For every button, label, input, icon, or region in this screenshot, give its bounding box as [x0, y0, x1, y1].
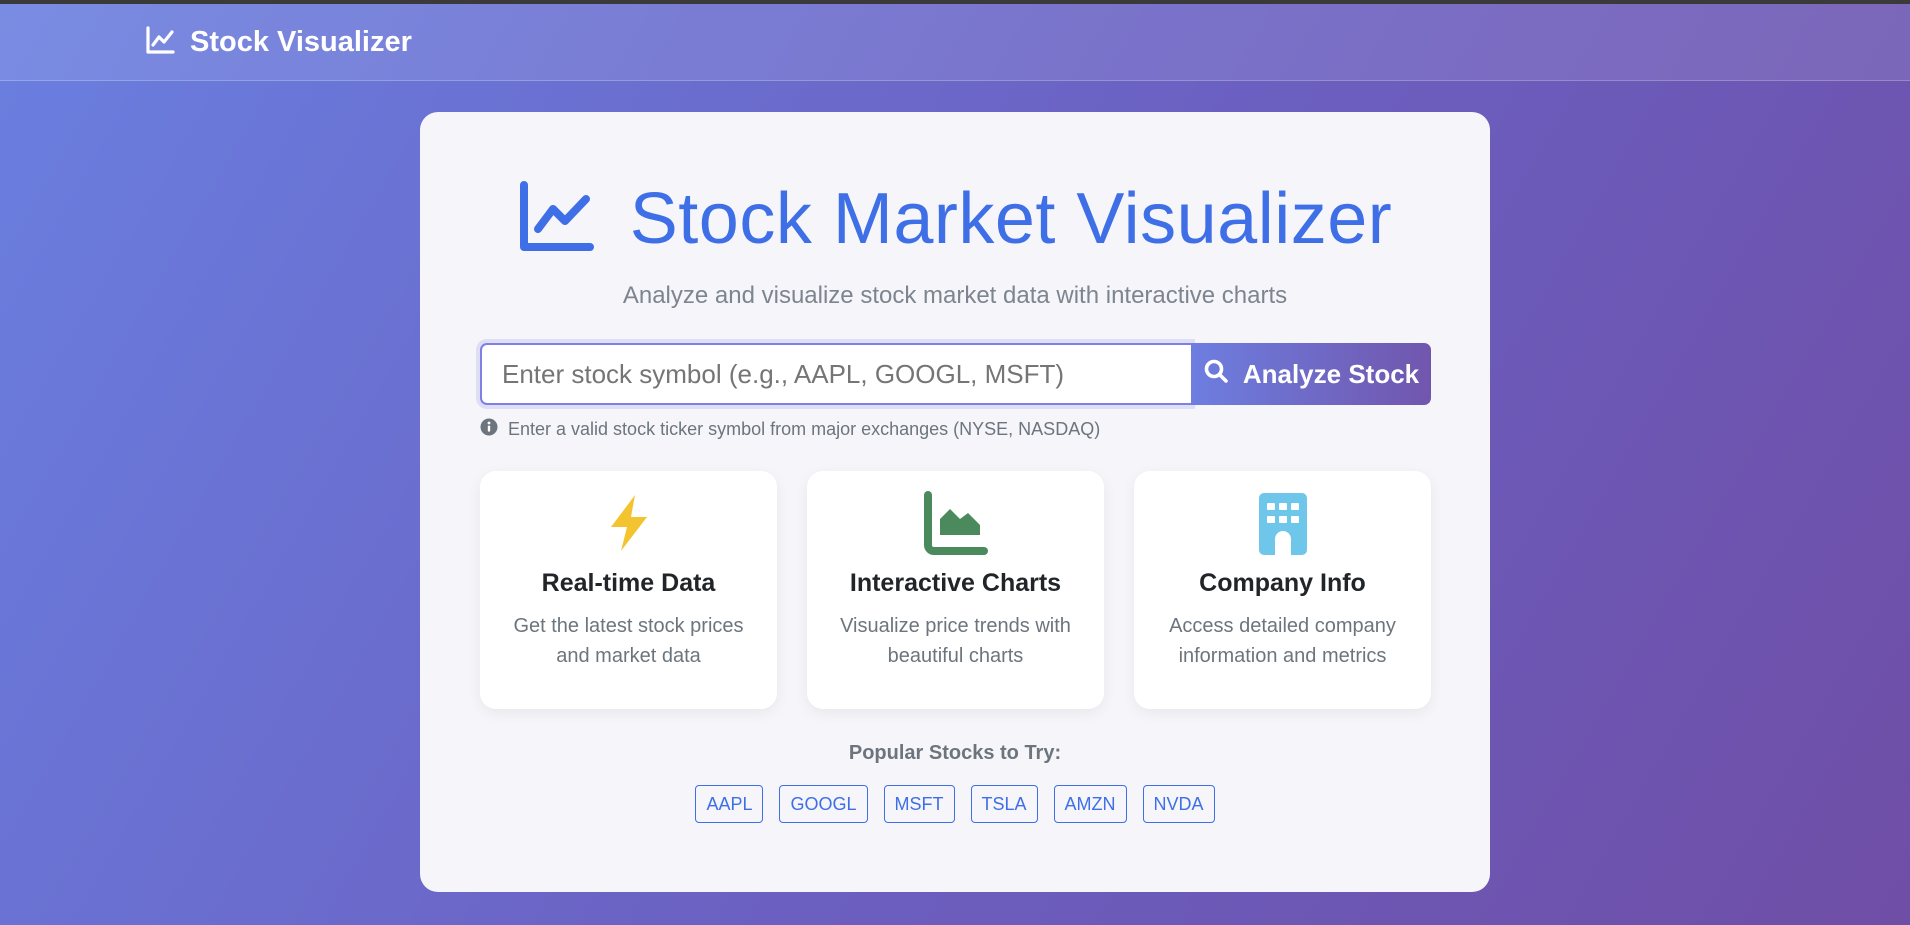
stock-chip-aapl[interactable]: AAPL: [695, 785, 764, 823]
hint-text: Enter a valid stock ticker symbol from m…: [508, 419, 1101, 439]
main-card: Stock Market Visualizer Analyze and visu…: [420, 112, 1490, 892]
analyze-stock-button[interactable]: Analyze Stock: [1191, 343, 1431, 405]
page-subtitle: Analyze and visualize stock market data …: [622, 282, 1288, 309]
feature-card-company: Company Info Access detailed company inf…: [1134, 471, 1431, 709]
popular-stocks-list: AAPL GOOGL MSFT TSLA AMZN NVDA: [420, 785, 1490, 823]
feature-title: Interactive Charts: [849, 569, 1062, 597]
stock-symbol-input[interactable]: [480, 343, 1191, 405]
feature-card-realtime: Real-time Data Get the latest stock pric…: [480, 471, 777, 709]
stock-chip-tsla[interactable]: TSLA: [970, 785, 1038, 823]
stock-chip-msft[interactable]: MSFT: [883, 785, 955, 823]
input-hint: Enter a valid stock ticker symbol from m…: [480, 418, 1100, 441]
navbar-brand[interactable]: Stock Visualizer: [144, 24, 412, 60]
feature-description: Access detailed company information and …: [1169, 615, 1396, 667]
stock-chip-amzn[interactable]: AMZN: [1053, 785, 1127, 823]
feature-card-charts: Interactive Charts Visualize price trend…: [807, 471, 1104, 709]
hero-heading: Stock Market Visualizer: [420, 178, 1490, 260]
navbar: Stock Visualizer: [0, 4, 1910, 81]
chart-line-icon: [518, 179, 594, 260]
page-title: Stock Market Visualizer: [629, 179, 1393, 259]
search-group: Analyze Stock: [480, 343, 1431, 405]
info-circle-icon: [480, 418, 498, 441]
area-chart-icon: [807, 491, 1104, 555]
features-row: Real-time Data Get the latest stock pric…: [480, 471, 1431, 709]
analyze-stock-label: Analyze Stock: [1242, 358, 1420, 389]
brand-title: Stock Visualizer: [190, 25, 412, 58]
stock-chip-nvda[interactable]: NVDA: [1142, 785, 1215, 823]
feature-description: Get the latest stock prices and market d…: [513, 615, 744, 667]
popular-stocks-label: Popular Stocks to Try:: [848, 742, 1062, 764]
feature-title: Real-time Data: [541, 569, 716, 597]
feature-title: Company Info: [1199, 569, 1366, 597]
bolt-icon: [480, 491, 777, 555]
chart-line-icon: [144, 24, 176, 61]
stock-chip-googl[interactable]: GOOGL: [779, 785, 868, 823]
search-icon: [1203, 358, 1229, 391]
building-icon: [1134, 491, 1431, 555]
feature-description: Visualize price trends with beautiful ch…: [840, 615, 1071, 667]
